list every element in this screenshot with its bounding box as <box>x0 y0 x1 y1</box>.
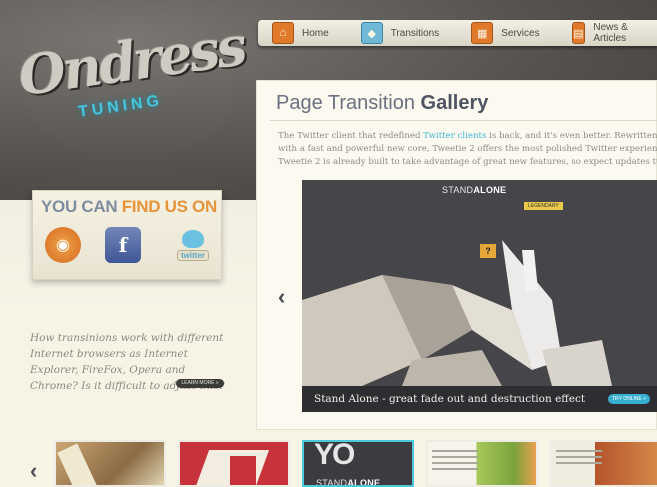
featured-slide[interactable]: STANDALONE LEGENDARY ? Stand Alone - gre… <box>302 180 657 412</box>
nav-label-transitions: Transitions <box>390 27 440 39</box>
logo-script: Ondress <box>14 13 248 109</box>
thumb-5-text-lines <box>556 450 602 468</box>
twitter-clients-link[interactable]: Twitter clients <box>423 131 486 141</box>
slide-caption: Stand Alone - great fade out and destruc… <box>314 393 586 405</box>
find-us-title-part1: YOU CAN <box>41 197 122 216</box>
intro-line-3: Tweetie 2 is already built to take advan… <box>278 157 657 167</box>
nav-item-services[interactable]: ▦ Services <box>457 20 557 46</box>
slide-heading-plain: STAND <box>442 185 474 195</box>
twitter-label: twitter <box>177 249 209 261</box>
nav-label-services: Services <box>501 27 540 39</box>
thumbnail-1[interactable] <box>54 440 166 487</box>
slide-heading: STANDALONE <box>442 185 506 195</box>
facebook-glyph: f <box>118 233 128 257</box>
services-icon: ▦ <box>471 22 494 44</box>
slide-heading-bold: ALONE <box>473 185 507 195</box>
intro-line-1: The Twitter client that redefined Twitte… <box>278 130 657 143</box>
thumbnails-prev-arrow[interactable]: ‹ <box>30 458 37 484</box>
slider-prev-arrow[interactable]: ‹ <box>278 284 285 310</box>
nav-item-transitions[interactable]: ◆ Transitions <box>347 20 458 46</box>
intro-paragraph: The Twitter client that redefined Twitte… <box>278 130 657 172</box>
thumb-3-label-plain: STAND <box>316 478 348 487</box>
thumb-2-art-cut <box>230 456 256 485</box>
rss-icon[interactable]: ◉ <box>45 227 81 263</box>
slide-tag: LEGENDARY <box>524 202 563 210</box>
thumb-1-art <box>57 443 97 485</box>
try-online-button[interactable]: TRY ONLINE » <box>608 394 650 404</box>
nav-item-news[interactable]: ▤ News & Articles <box>558 20 653 46</box>
thumb-3-label-bold: ALONE <box>347 478 381 487</box>
learn-more-button[interactable]: LEARN MORE » <box>176 379 224 388</box>
nav-label-news: News & Articles <box>593 22 628 44</box>
intro-line-1a: The Twitter client that redefined <box>278 131 424 141</box>
main-nav: ⌂ Home ◆ Transitions ▦ Services ▤ News &… <box>258 20 657 46</box>
page-title-bold: Gallery <box>420 92 489 114</box>
intro-line-2: with a fast and powerful new core, Tweet… <box>278 144 657 154</box>
home-icon: ⌂ <box>272 22 294 44</box>
facebook-icon[interactable]: f <box>105 227 141 263</box>
thumb-4-text-lines <box>432 450 478 474</box>
thumb-3-big-text: YO <box>314 440 355 471</box>
nav-label-home: Home <box>302 27 329 39</box>
thumbnail-5[interactable] <box>550 440 657 487</box>
find-us-title: YOU CAN FIND US ON <box>41 197 217 217</box>
page-title-plain: Page Transition <box>276 92 421 114</box>
nav-item-more[interactable]: ▣ <box>652 20 657 46</box>
thumb-3-label: STANDALONE <box>316 478 381 487</box>
find-us-title-part2: FIND US ON <box>121 197 218 216</box>
twitter-bird-icon <box>182 229 204 248</box>
thumbnail-4[interactable] <box>426 440 538 487</box>
site-logo[interactable]: Ondress TUNING <box>15 13 248 140</box>
slide-artwork <box>302 240 612 386</box>
slide-caption-bar: Stand Alone - great fade out and destruc… <box>302 386 657 412</box>
title-divider <box>270 120 657 121</box>
intro-line-1b: is back, and it's even better. Rewritten… <box>489 131 657 141</box>
page-title: Page Transition Gallery <box>276 92 488 115</box>
slide-question-mark: ? <box>480 244 496 258</box>
nav-item-home[interactable]: ⌂ Home <box>258 20 347 46</box>
diamond-icon: ◆ <box>360 22 383 44</box>
thumbnail-3[interactable]: YO STANDALONE <box>302 440 414 487</box>
news-icon: ▤ <box>571 22 586 44</box>
twitter-icon[interactable]: twitter <box>171 227 215 263</box>
find-us-box: YOU CAN FIND US ON ◉ f twitter <box>32 190 222 280</box>
thumbnail-2[interactable] <box>178 440 290 487</box>
